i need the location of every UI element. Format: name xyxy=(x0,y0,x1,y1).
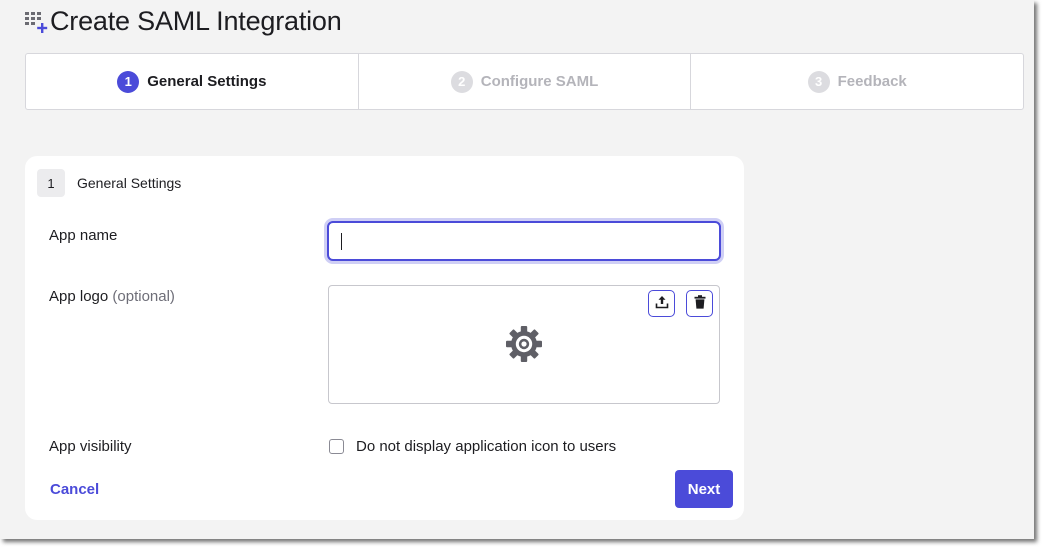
step-label-feedback: Feedback xyxy=(837,73,907,90)
next-button[interactable]: Next xyxy=(675,470,733,508)
section-number: 1 xyxy=(37,169,65,197)
app-logo-label-group: App logo (optional) xyxy=(49,288,175,305)
app-logo-label: App logo xyxy=(49,288,109,305)
text-caret xyxy=(341,232,342,250)
grid-plus-icon xyxy=(24,9,48,33)
step-number-1: 1 xyxy=(117,70,140,93)
step-configure-saml[interactable]: 2 Configure SAML xyxy=(359,54,692,109)
section-header: 1 General Settings xyxy=(37,169,181,197)
trash-icon xyxy=(694,295,706,312)
step-label-configure-saml: Configure SAML xyxy=(480,73,599,90)
upload-logo-button[interactable] xyxy=(648,290,675,317)
step-general-settings[interactable]: 1 General Settings xyxy=(26,54,359,109)
hide-icon-checkbox[interactable] xyxy=(329,439,344,454)
section-title: General Settings xyxy=(77,175,182,191)
gear-icon xyxy=(505,325,543,368)
optional-hint: (optional) xyxy=(112,288,175,305)
delete-logo-button[interactable] xyxy=(686,290,713,317)
app-window: Create SAML Integration 1 General Settin… xyxy=(0,0,1034,539)
app-logo-dropzone[interactable] xyxy=(328,285,720,404)
step-label-general-settings: General Settings xyxy=(147,73,267,90)
step-number-2: 2 xyxy=(450,70,473,93)
general-settings-card: 1 General Settings App name App logo (op… xyxy=(25,156,744,520)
page-header: Create SAML Integration xyxy=(24,4,342,38)
wizard-stepper: 1 General Settings 2 Configure SAML 3 Fe… xyxy=(25,53,1024,110)
hide-icon-checkbox-label[interactable]: Do not display application icon to users xyxy=(356,438,616,455)
app-name-input[interactable] xyxy=(327,221,721,261)
app-name-label: App name xyxy=(49,227,118,244)
page-title: Create SAML Integration xyxy=(50,5,342,36)
step-feedback[interactable]: 3 Feedback xyxy=(691,54,1023,109)
app-visibility-label: App visibility xyxy=(49,438,132,455)
upload-icon xyxy=(655,295,669,312)
cancel-button[interactable]: Cancel xyxy=(50,481,99,498)
step-number-3: 3 xyxy=(807,70,830,93)
